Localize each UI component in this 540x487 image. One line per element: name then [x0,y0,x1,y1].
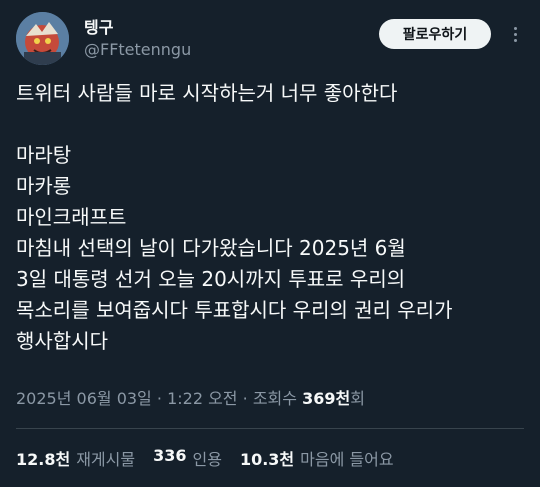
dot [513,26,517,30]
stat-quotes[interactable]: 336 인용 [153,446,222,470]
meta-separator: · [242,389,248,408]
display-name[interactable]: 텡구 [84,14,113,38]
meta-separator: · [156,389,162,408]
user-handle[interactable]: @FFtetenngu [84,40,191,59]
tweet-line: 행사합시다 [16,329,108,353]
divider [16,428,524,429]
tweet-line: 마인크래프트 [16,205,127,229]
dot [513,38,517,42]
tweet-line: 목소리를 보여줍시다 투표합시다 우리의 권리 우리가 [16,298,453,322]
tweet-date[interactable]: 2025년 06월 03일 [16,389,152,408]
tweet-card: 텡구 @FFtetenngu 팔로우하기 트위터 사람들 마로 시작하는거 너무… [0,0,540,487]
stat-reposts[interactable]: 12.8천 재게시물 [16,446,135,470]
more-dots-icon[interactable] [505,20,525,48]
engagement-stats: 12.8천 재게시물 336 인용 10.3천 마음에 들어요 [16,446,394,470]
dot [513,32,517,36]
tweet-text: 트위터 사람들 마로 시작하는거 너무 좋아한다 마라탕 마카롱 마인크래프트 … [16,78,526,357]
tweet-line: 마라탕 [16,143,72,167]
quotes-label: 인용 [192,450,222,469]
views-count: 369천 [302,389,351,408]
quotes-count: 336 [153,446,187,465]
avatar-image [16,12,69,65]
views-prefix: 조회수 [252,389,297,408]
follow-button[interactable]: 팔로우하기 [379,19,491,49]
tweet-line: 트위터 사람들 마로 시작하는거 너무 좋아한다 [16,81,398,105]
tweet-meta: 2025년 06월 03일 · 1:22 오전 · 조회수 369천회 [16,385,365,409]
likes-count: 10.3천 [239,450,295,469]
stat-likes[interactable]: 10.3천 마음에 들어요 [240,446,394,470]
tweet-line: 3일 대통령 선거 오늘 20시까지 투표로 우리의 [16,267,406,291]
reposts-label: 재게시물 [76,450,136,469]
tweet-line: 마카롱 [16,174,72,198]
views-suffix: 회 [350,389,365,408]
tweet-time[interactable]: 1:22 오전 [167,389,237,408]
reposts-count: 12.8천 [16,450,71,469]
tweet-line: 마침내 선택의 날이 다가왔습니다 2025년 6월 [16,236,406,260]
avatar[interactable] [16,12,69,65]
likes-label: 마음에 들어요 [300,450,394,469]
